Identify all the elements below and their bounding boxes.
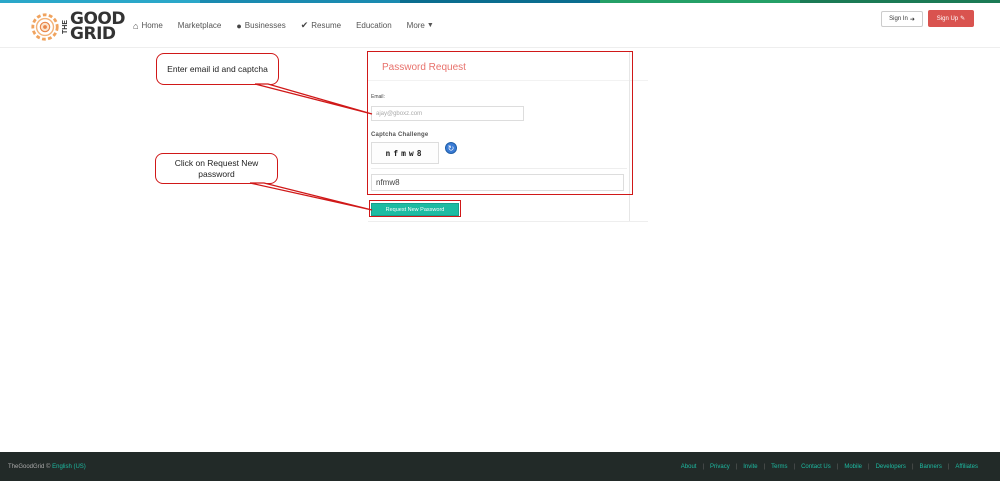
footer-link-affiliates[interactable]: Affiliates <box>955 464 978 470</box>
nav-more-label: More <box>406 21 425 30</box>
nav-marketplace-label: Marketplace <box>177 21 222 30</box>
nav-more[interactable]: More ▼ <box>407 21 434 30</box>
logo-grid: GRID <box>70 24 116 44</box>
check-icon: ✔ <box>300 20 309 30</box>
footer-link-terms[interactable]: Terms <box>771 464 787 470</box>
callout-enter-email-text: Enter email id and captcha <box>167 63 268 74</box>
footer-link-banners[interactable]: Banners <box>920 464 942 470</box>
gear-logo-icon <box>31 13 59 41</box>
sign-in-icon: ➜ <box>909 16 915 23</box>
panel-bottom-divider <box>368 221 648 222</box>
sign-in-label: Sign In <box>889 16 908 22</box>
nav-education-label: Education <box>356 21 392 30</box>
footer-link-about[interactable]: About <box>681 464 697 470</box>
footer-brand: TheGoodGrid © English (US) <box>8 464 86 470</box>
footer-link-mobile[interactable]: Mobile <box>844 464 862 470</box>
logo-the: THE <box>62 20 70 34</box>
nav-home-label: Home <box>141 21 163 30</box>
footer-link-privacy[interactable]: Privacy <box>710 464 730 470</box>
home-icon: ⌂ <box>133 20 139 31</box>
callout-click-request-text: Click on Request New password <box>174 157 259 179</box>
callout-enter-email: Enter email id and captcha <box>156 53 279 85</box>
footer-links: About | Privacy | Invite | Terms | Contact U… <box>680 463 978 470</box>
sign-in-button[interactable]: Sign In ➜ <box>881 11 923 27</box>
footer-link-invite[interactable]: Invite <box>743 464 757 470</box>
main-nav: ⌂ Home Marketplace ● Businesses ✔ Resume… <box>133 3 449 48</box>
nav-resume-label: Resume <box>311 21 342 30</box>
nav-resume[interactable]: ✔ Resume <box>301 20 341 31</box>
nav-marketplace[interactable]: Marketplace <box>178 21 222 30</box>
annotation-button-highlight <box>369 200 461 217</box>
arrow-to-email <box>254 83 373 115</box>
site-header: THE GOOD GRID ⌂ Home Marketplace ● Busin… <box>0 3 1000 48</box>
caret-down-icon: ▼ <box>426 22 434 29</box>
footer-copyright: TheGoodGrid © <box>8 463 51 470</box>
nav-businesses-label: Businesses <box>244 21 286 30</box>
arrow-to-button <box>249 182 373 211</box>
callout-click-request: Click on Request New password <box>155 153 278 184</box>
site-logo[interactable]: THE GOOD GRID <box>30 9 125 45</box>
annotation-form-highlight <box>367 51 633 195</box>
footer-language-link[interactable]: English (US) <box>52 464 86 470</box>
footer-link-contact[interactable]: Contact Us <box>801 464 831 470</box>
sign-up-button[interactable]: Sign Up ✎ <box>928 10 974 27</box>
nav-businesses[interactable]: ● Businesses <box>236 21 285 31</box>
nav-education[interactable]: Education <box>356 21 392 30</box>
nav-home[interactable]: ⌂ Home <box>133 21 163 31</box>
edit-icon: ✎ <box>960 16 966 22</box>
footer-link-developers[interactable]: Developers <box>876 464 906 470</box>
sign-up-label: Sign Up <box>936 15 959 22</box>
site-footer: TheGoodGrid © English (US) About | Privac… <box>0 452 1000 481</box>
globe-icon: ● <box>236 20 242 31</box>
